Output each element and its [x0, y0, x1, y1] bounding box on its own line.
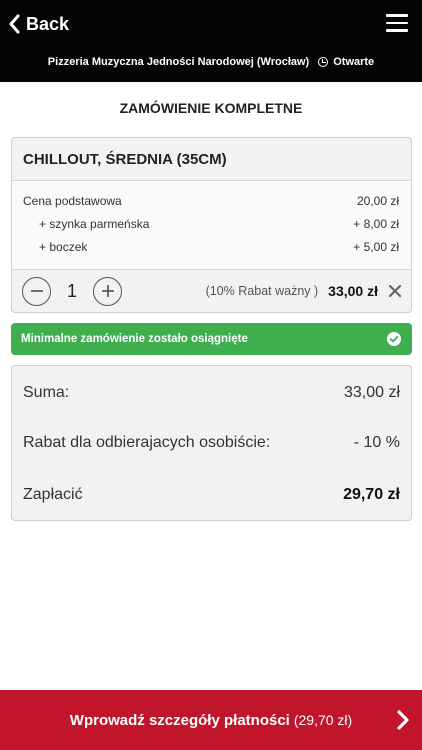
addon-price: + 5,00 zł — [353, 239, 399, 254]
subtotal-row: Suma: 33,00 zł — [23, 381, 400, 405]
discount-row: Rabat dla odbierajacych osobiście: - 10 … — [23, 431, 400, 455]
pay-row: Zapłacić 29,70 zł — [23, 483, 400, 507]
line-total: 33,00 zł — [328, 283, 378, 299]
addon-row: + boczek + 5,00 zł — [12, 235, 411, 258]
chevron-left-icon — [9, 14, 20, 34]
chevron-right-icon — [397, 710, 409, 730]
discount-value: - 10 % — [353, 434, 400, 451]
addon-price: + 8,00 zł — [353, 216, 399, 231]
plus-icon — [101, 285, 114, 297]
subtotal-value: 33,00 zł — [343, 384, 400, 401]
quantity-value: 1 — [66, 280, 77, 301]
back-button[interactable]: Back — [8, 10, 69, 38]
quantity-row: 1 (10% Rabat ważny ) 33,00 zł — [12, 270, 411, 312]
hamburger-menu-icon[interactable] — [386, 14, 408, 32]
pay-value: 29,70 zł — [343, 486, 400, 503]
pay-label: Zapłacić — [23, 486, 83, 503]
checkout-amount: (29,70 zł) — [293, 712, 353, 728]
page-title: ZAMÓWIENIE KOMPLETNE — [119, 100, 303, 116]
checkout-button[interactable]: Wprowadź szczegóły płatności (29,70 zł) — [0, 690, 422, 750]
discount-label: Rabat dla odbierajacych osobiście: — [23, 434, 271, 451]
top-bar: Back Pizzeria Muzyczna Jedności Narodowe… — [0, 0, 422, 82]
addon-label: + szynka parmeńska — [39, 216, 150, 231]
addon-row: + szynka parmeńska + 8,00 zł — [12, 212, 411, 235]
store-status: Otwarte — [333, 56, 375, 68]
order-summary: Suma: 33,00 zł Rabat dla odbierajacych o… — [11, 365, 412, 521]
base-price-value: 20,00 zł — [356, 193, 399, 208]
discount-note: (10% Rabat ważny ) — [205, 284, 319, 298]
order-item-card: CHILLOUT, ŚREDNIA (35CM) Cena podstawowa… — [11, 137, 412, 313]
checkout-label: Wprowadź szczegóły płatności — [69, 711, 290, 729]
increase-quantity-button[interactable] — [93, 276, 122, 306]
store-name: Pizzeria Muzyczna Jedności Narodowej (Wr… — [47, 56, 310, 68]
store-info: Pizzeria Muzyczna Jedności Narodowej (Wr… — [0, 56, 422, 68]
subtotal-label: Suma: — [23, 384, 70, 401]
back-label: Back — [26, 13, 70, 34]
item-name: CHILLOUT, ŚREDNIA (35CM) — [12, 138, 411, 181]
clock-icon — [318, 57, 329, 67]
base-price-row: Cena podstawowa 20,00 zł — [12, 189, 411, 212]
close-icon[interactable] — [388, 284, 402, 298]
check-circle-icon — [387, 332, 401, 346]
min-order-banner: Minimalne zamówienie zostało osiągnięte — [11, 323, 412, 355]
minus-icon — [30, 290, 43, 292]
base-price-label: Cena podstawowa — [23, 193, 122, 208]
decrease-quantity-button[interactable] — [22, 276, 51, 306]
addon-label: + boczek — [39, 239, 88, 254]
price-breakdown: Cena podstawowa 20,00 zł + szynka parmeń… — [12, 181, 411, 270]
min-order-message: Minimalne zamówienie zostało osiągnięte — [21, 333, 248, 345]
